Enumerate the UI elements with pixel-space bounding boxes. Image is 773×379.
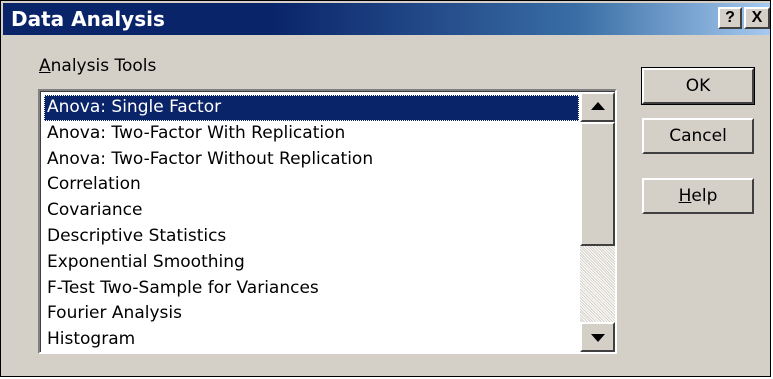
list-item[interactable]: Anova: Single Factor bbox=[44, 95, 579, 121]
cancel-button[interactable]: Cancel bbox=[642, 118, 754, 154]
listbox-frame: Anova: Single Factor Anova: Two-Factor W… bbox=[40, 91, 615, 352]
list-item[interactable]: F-Test Two-Sample for Variances bbox=[44, 276, 579, 302]
list-item[interactable]: Anova: Two-Factor Without Replication bbox=[44, 147, 579, 173]
arrow-up-icon bbox=[591, 102, 605, 110]
context-help-button[interactable]: ? bbox=[718, 7, 742, 29]
list-item[interactable]: Covariance bbox=[44, 198, 579, 224]
vertical-scrollbar[interactable] bbox=[580, 92, 615, 352]
analysis-tools-listbox[interactable]: Anova: Single Factor Anova: Two-Factor W… bbox=[38, 89, 617, 354]
analysis-tools-accelerator: A bbox=[39, 56, 51, 76]
list-item[interactable]: Anova: Two-Factor With Replication bbox=[44, 121, 579, 147]
arrow-down-icon bbox=[591, 334, 605, 342]
list-item[interactable]: Exponential Smoothing bbox=[44, 250, 579, 276]
close-button[interactable]: X bbox=[744, 7, 770, 29]
scroll-up-button[interactable] bbox=[580, 92, 615, 122]
help-label-rest: elp bbox=[691, 186, 718, 206]
list-item[interactable]: Descriptive Statistics bbox=[44, 224, 579, 250]
ok-button[interactable]: OK bbox=[641, 67, 755, 105]
list-item[interactable]: Correlation bbox=[44, 172, 579, 198]
data-analysis-dialog: Data Analysis ? X Analysis Tools Anova: … bbox=[0, 0, 771, 377]
title-bar[interactable]: Data Analysis ? X bbox=[3, 3, 770, 35]
list-item[interactable]: Fourier Analysis bbox=[44, 301, 579, 327]
analysis-tools-label-rest: nalysis Tools bbox=[50, 56, 157, 76]
help-button[interactable]: Help bbox=[642, 178, 754, 214]
help-accelerator: H bbox=[678, 186, 692, 206]
analysis-tools-list: Anova: Single Factor Anova: Two-Factor W… bbox=[44, 95, 579, 353]
window-title: Data Analysis bbox=[11, 7, 165, 31]
list-item[interactable]: Histogram bbox=[44, 327, 579, 353]
scrollbar-thumb[interactable] bbox=[580, 122, 615, 246]
analysis-tools-label: Analysis Tools bbox=[39, 56, 156, 76]
scroll-down-button[interactable] bbox=[580, 322, 615, 352]
